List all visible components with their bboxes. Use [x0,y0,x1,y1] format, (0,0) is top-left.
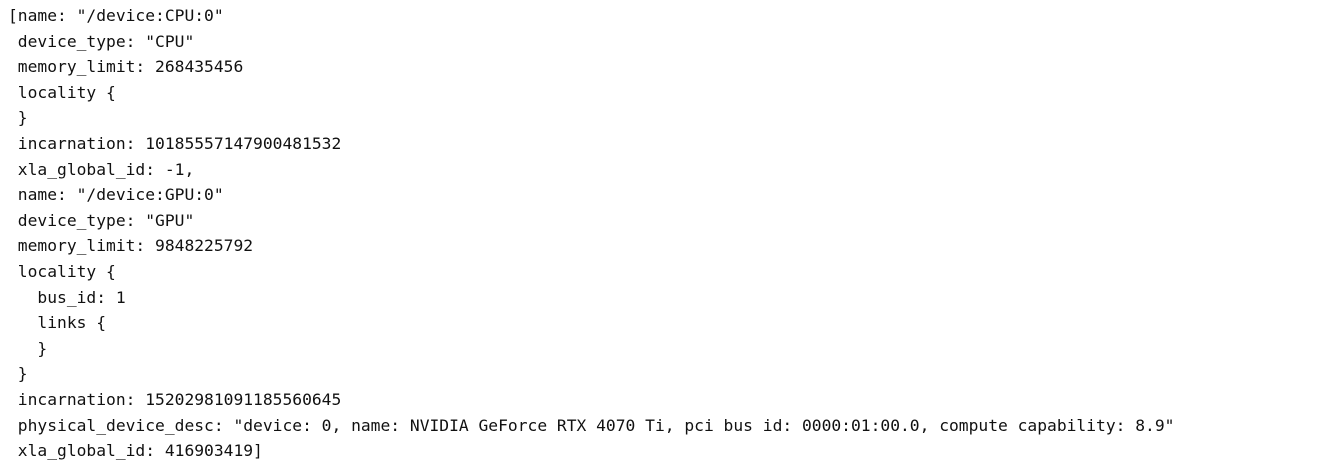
output-line-gpu-physical-device-desc: physical_device_desc: "device: 0, name: … [8,415,1175,435]
output-line-gpu-bus-id: bus_id: 1 [8,287,126,307]
output-line-gpu-locality-open: locality { [8,261,116,281]
output-line-cpu-name: [name: "/device:CPU:0" [8,6,224,25]
output-line-gpu-name: name: "/device:GPU:0" [8,185,224,205]
output-line-gpu-memory-limit: memory_limit: 9848225792 [8,236,254,256]
output-line-gpu-links-close: } [8,338,48,358]
output-line-cpu-device-type: device_type: "CPU" [8,31,195,51]
output-line-cpu-memory-limit: memory_limit: 268435456 [8,57,244,77]
device-list-output: [name: "/device:CPU:0" device_type: "CPU… [0,0,1333,473]
output-line-gpu-locality-close: } [8,364,28,384]
output-line-cpu-incarnation: incarnation: 10185557147900481532 [8,133,342,153]
output-line-cpu-locality-close: } [8,108,28,128]
output-line-cpu-locality-open: locality { [8,82,116,102]
output-line-gpu-xla-global-id: xla_global_id: 416903419] [8,441,263,461]
output-line-gpu-device-type: device_type: "GPU" [8,210,195,230]
output-line-gpu-links-open: links { [8,313,107,333]
output-line-cpu-xla-global-id: xla_global_id: -1, [8,159,195,179]
output-line-gpu-incarnation: incarnation: 15202981091185560645 [8,389,342,409]
